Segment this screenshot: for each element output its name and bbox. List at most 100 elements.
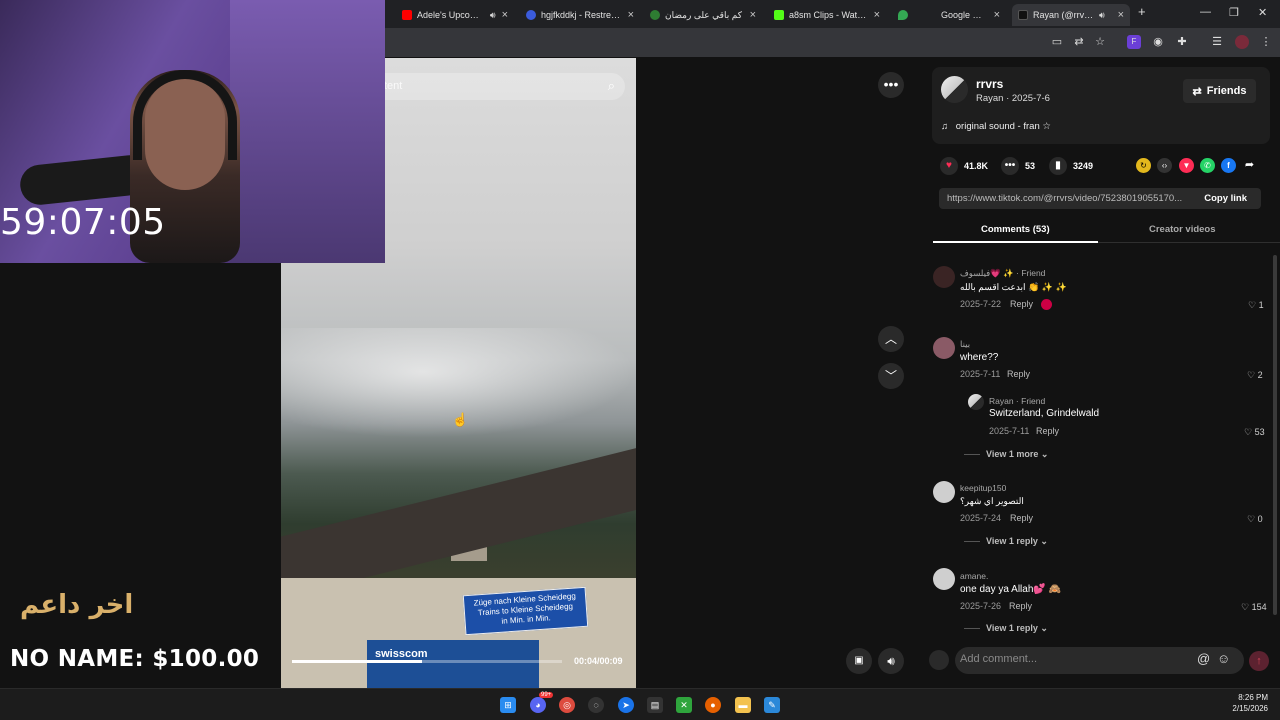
send-comment-button[interactable]: ↑ <box>1249 651 1269 671</box>
swisscom-billboard: swisscom <box>367 640 539 688</box>
video-progress-bar[interactable] <box>292 660 562 663</box>
heart-icon: ♥ <box>940 157 958 175</box>
view-replies[interactable]: View 1 reply ⌄ <box>964 623 1048 634</box>
profile-avatar[interactable] <box>1235 35 1249 49</box>
app-icon[interactable]: ➤ <box>618 697 634 713</box>
app-icon[interactable]: ✎ <box>764 697 780 713</box>
tab-tiktok[interactable]: Rayan (@rrvrs) | 🔊︎ × <box>1012 4 1130 26</box>
chrome-icon[interactable]: ◎ <box>559 697 575 713</box>
sound-link[interactable]: ♫ original sound - fran ☆ <box>941 121 1051 132</box>
tab-maps[interactable]: Google خرائط × <box>892 4 1006 26</box>
avatar[interactable] <box>933 568 955 590</box>
reply-button[interactable]: Reply <box>1010 299 1033 309</box>
cast-icon[interactable]: ▭ <box>1050 35 1064 49</box>
media-control-icon[interactable]: ☰ <box>1210 35 1224 49</box>
bookmark-star-icon[interactable]: ☆ <box>1093 35 1107 49</box>
copy-link-button[interactable]: Copy link <box>1204 193 1247 204</box>
tab-creator-videos[interactable]: Creator videos <box>1149 224 1216 235</box>
creator-avatar[interactable] <box>941 76 968 103</box>
extension-icon[interactable]: ◉ <box>1151 35 1165 49</box>
share-arrow-icon[interactable]: ➦ <box>1242 158 1257 173</box>
tab-close-icon[interactable]: × <box>744 9 756 21</box>
reply-button[interactable]: Reply <box>1010 513 1033 523</box>
kick-icon <box>774 10 784 20</box>
pip-icon[interactable]: ▣ <box>846 648 872 674</box>
friends-button[interactable]: ⇄ Friends <box>1183 79 1256 103</box>
more-icon[interactable]: ••• <box>878 72 904 98</box>
panel-tabs: Comments (53) Creator videos <box>933 221 1280 243</box>
comment-author[interactable]: amane. <box>960 571 988 581</box>
extension-icon[interactable]: F <box>1127 35 1141 49</box>
volume-icon[interactable]: 🔊︎ <box>878 648 904 674</box>
minimize-icon[interactable]: — <box>1200 6 1211 18</box>
repost-icon[interactable]: ↻ <box>1136 158 1151 173</box>
xbox-icon[interactable]: ✕ <box>676 697 692 713</box>
creator-username[interactable]: rrvrs <box>976 77 1003 91</box>
file-explorer-icon[interactable]: ▬ <box>735 697 751 713</box>
tab-restream[interactable]: hgjfkddkj - Restream × <box>520 4 640 26</box>
comment-like[interactable]: ♡ 2 <box>1247 370 1263 381</box>
view-more-replies[interactable]: View 1 more ⌄ <box>964 449 1048 460</box>
comment-like[interactable]: ♡ 1 <box>1248 300 1264 311</box>
heart-outline-icon: ♡ <box>1244 427 1253 437</box>
like-stat[interactable]: ♥ 41.8K <box>940 157 988 175</box>
new-tab-button[interactable]: + <box>1138 4 1146 19</box>
firefox-icon[interactable]: ● <box>705 697 721 713</box>
obs-icon[interactable]: ◌ <box>588 697 604 713</box>
whatsapp-icon[interactable]: ✆ <box>1200 158 1215 173</box>
avatar[interactable] <box>933 481 955 503</box>
close-window-icon[interactable]: ✕ <box>1258 6 1267 19</box>
station-sign: Züge nach Kleine Scheidegg Trains to Kle… <box>462 586 589 636</box>
comment-author[interactable]: فيلسوف💗 ✨ · Friend <box>960 268 1045 279</box>
comment-author[interactable]: keepitup150 <box>960 483 1006 493</box>
tab-ramadan[interactable]: كم باقي على رمضان × <box>644 4 762 26</box>
comment-author[interactable]: Rayan · Friend <box>989 396 1045 406</box>
tab-close-icon[interactable]: × <box>868 9 880 21</box>
reply-button[interactable]: Reply <box>1007 369 1030 379</box>
chevron-up-icon[interactable]: ︿ <box>878 326 904 352</box>
avatar[interactable] <box>968 394 984 410</box>
avatar[interactable] <box>933 266 955 288</box>
windows-start-icon[interactable]: ⊞ <box>500 697 516 713</box>
app-icon[interactable]: ▤ <box>647 697 663 713</box>
search-icon[interactable]: ⌕ <box>608 78 615 94</box>
puzzle-icon[interactable]: ✚ <box>1175 35 1189 49</box>
save-stat[interactable]: ▮ 3249 <box>1049 157 1093 175</box>
comment-like[interactable]: ♡ 0 <box>1247 514 1263 525</box>
chevron-down-icon[interactable]: ﹀ <box>878 363 904 389</box>
mention-icon[interactable]: @ <box>1197 651 1210 666</box>
tab-close-icon[interactable]: × <box>496 9 508 21</box>
comment-bubble-icon: ••• <box>1001 157 1019 175</box>
send-to-friend-icon[interactable]: ▼ <box>1179 158 1194 173</box>
comment-input[interactable]: Add comment... @ ☺ <box>955 647 1244 674</box>
discord-badge: 99+ <box>539 692 554 698</box>
kebab-menu-icon[interactable]: ⋮ <box>1259 35 1273 49</box>
avatar[interactable] <box>933 337 955 359</box>
embed-icon[interactable]: ‹› <box>1157 158 1172 173</box>
comment-author[interactable]: بينا <box>960 339 970 350</box>
comment-date: 2025-7-11 <box>960 369 1001 379</box>
comments-scrollbar[interactable] <box>1273 255 1277 615</box>
restore-icon[interactable]: ❐ <box>1229 6 1239 19</box>
facebook-icon[interactable]: f <box>1221 158 1236 173</box>
tab-close-icon[interactable]: × <box>1112 9 1124 21</box>
tab-comments[interactable]: Comments (53) <box>981 224 1050 235</box>
comment-stat[interactable]: ••• 53 <box>1001 157 1035 175</box>
reply-button[interactable]: Reply <box>1036 426 1059 436</box>
comment-like[interactable]: ♡ 53 <box>1244 427 1265 438</box>
share-link-url[interactable]: https://www.tiktok.com/@rrvrs/video/7523… <box>947 193 1193 204</box>
comment-like[interactable]: ♡ 154 <box>1241 602 1267 613</box>
emoji-icon[interactable]: ☺ <box>1217 651 1230 666</box>
reply-button[interactable]: Reply <box>1009 601 1032 611</box>
tab-close-icon[interactable]: × <box>988 9 1000 21</box>
tab-kick[interactable]: a8sm Clips - Watch L × <box>768 4 886 26</box>
tab-close-icon[interactable]: × <box>622 9 634 21</box>
clock-time[interactable]: 8:26 PM <box>1208 693 1268 702</box>
translate-icon[interactable]: ⇄ <box>1072 35 1086 49</box>
tiktok-icon <box>1018 10 1028 20</box>
donation-amount: NO NAME: $100.00 <box>10 646 260 672</box>
view-replies[interactable]: View 1 reply ⌄ <box>964 536 1048 547</box>
discord-icon[interactable]: ◕ <box>530 697 546 713</box>
clock-date[interactable]: 2/15/2026 <box>1208 704 1268 713</box>
tab-adele[interactable]: Adele's Upcoming 🔊︎ × <box>396 4 514 26</box>
